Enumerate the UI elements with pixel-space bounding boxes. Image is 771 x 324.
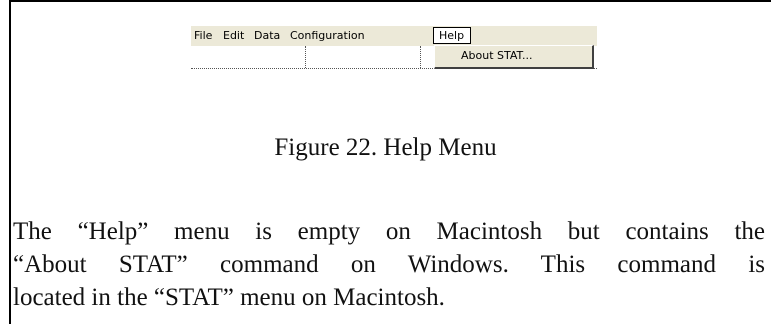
menu-edit[interactable]: Edit: [223, 29, 244, 43]
body-line: “About STAT” command on Windows. This co…: [13, 251, 765, 278]
menu-item-about-stat[interactable]: About STAT...: [461, 49, 532, 63]
menu-data[interactable]: Data: [254, 29, 280, 43]
grid-separator: [305, 46, 306, 68]
figure-caption: Figure 22. Help Menu: [274, 134, 497, 161]
menu-help-label: Help: [439, 29, 465, 42]
menu-bar: File Edit Data Configuration Help: [191, 26, 597, 46]
body-line: The “Help” menu is empty on Macintosh bu…: [13, 218, 765, 245]
menu-help[interactable]: Help: [433, 27, 471, 44]
menu-file[interactable]: File: [194, 29, 212, 43]
frame-top-border: [9, 0, 771, 2]
body-paragraph: The “Help” menu is empty on Macintosh bu…: [13, 215, 771, 314]
help-menu-screenshot: File Edit Data Configuration Help About …: [191, 26, 597, 70]
body-line: located in the “STAT” menu on Macintosh.: [13, 284, 445, 311]
grid-separator: [420, 46, 421, 68]
menu-configuration[interactable]: Configuration: [290, 29, 365, 43]
help-dropdown: About STAT...: [434, 45, 594, 69]
